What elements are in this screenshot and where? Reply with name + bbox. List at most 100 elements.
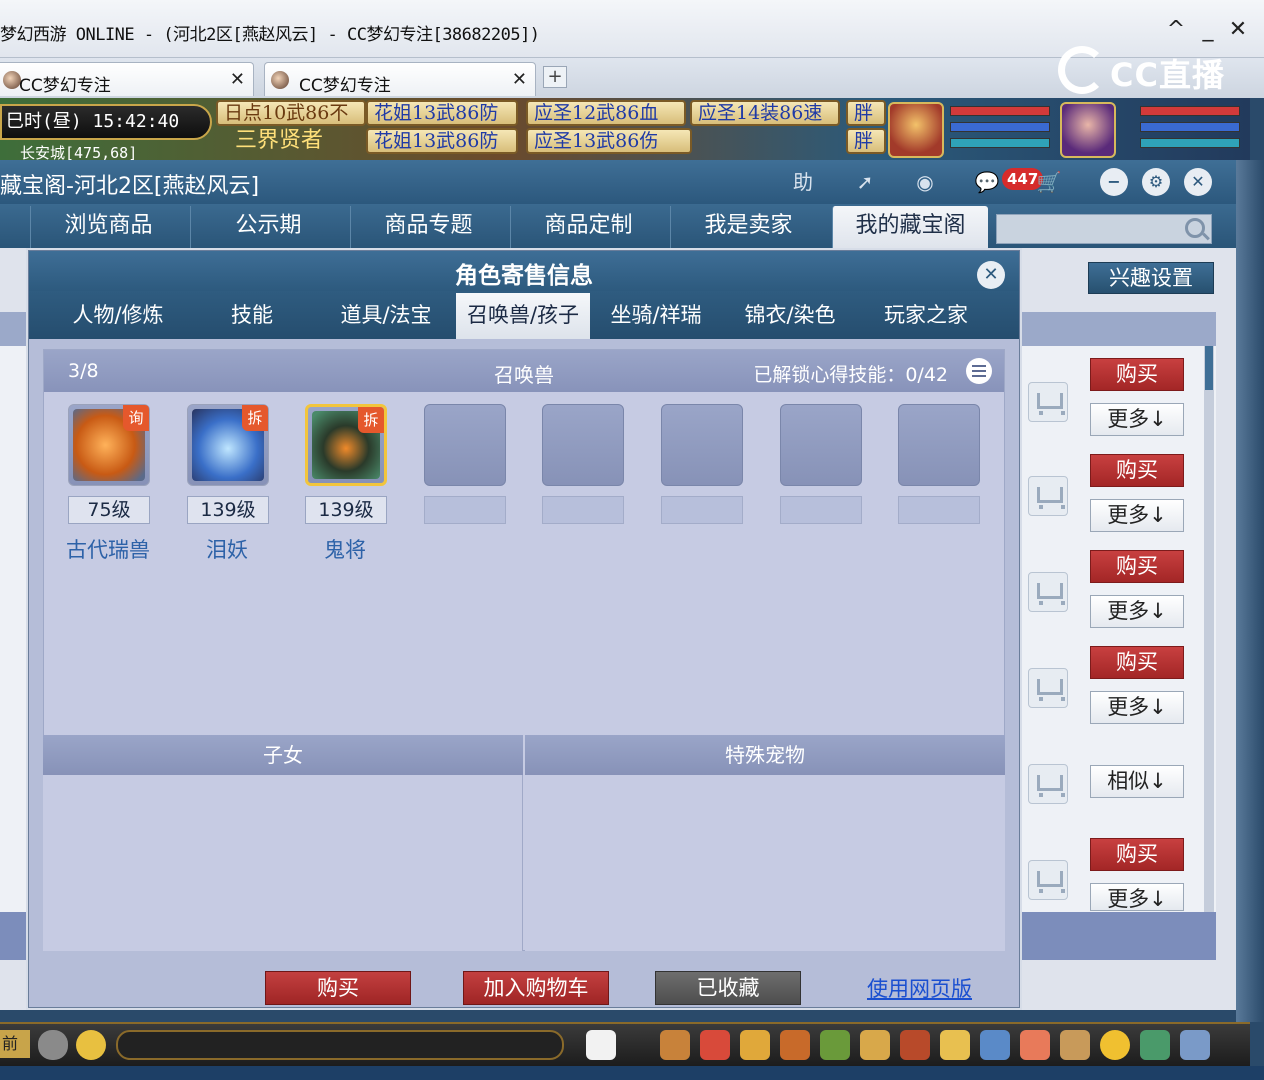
team-icon[interactable] xyxy=(820,1030,850,1060)
give-icon[interactable] xyxy=(740,1030,770,1060)
list-more-button[interactable]: 更多↓ xyxy=(1090,499,1184,532)
nav-tab-public[interactable]: 公示期 xyxy=(190,206,346,248)
item-bag-icon[interactable] xyxy=(700,1030,730,1060)
stall-banner[interactable]: 应圣13武86伤 xyxy=(526,128,692,154)
chat-input[interactable] xyxy=(116,1030,564,1060)
minimize-icon[interactable]: − xyxy=(1100,168,1128,196)
add-cart-icon[interactable] xyxy=(1028,572,1068,612)
browser-tab-2[interactable]: CC梦幻专注 ✕ xyxy=(264,62,536,96)
task-icon[interactable] xyxy=(900,1030,930,1060)
close-tab-icon[interactable]: ✕ xyxy=(512,69,527,90)
peach-icon[interactable] xyxy=(1020,1030,1050,1060)
pet-name[interactable]: 泪妖 xyxy=(177,534,277,564)
add-cart-icon[interactable] xyxy=(1028,860,1068,900)
stall-banner[interactable]: 胖 xyxy=(846,128,886,154)
list-buy-button[interactable]: 购买 xyxy=(1090,454,1184,487)
message-icon[interactable]: 💬 xyxy=(970,168,1004,196)
tab-items[interactable]: 道具/法宝 xyxy=(319,293,453,339)
record-icon[interactable]: ◉ xyxy=(908,168,942,196)
caret-up-icon[interactable]: ^ xyxy=(1164,18,1188,42)
system-icon[interactable] xyxy=(1140,1030,1170,1060)
close-icon[interactable]: ✕ xyxy=(1184,168,1212,196)
list-buy-button[interactable]: 购买 xyxy=(1090,646,1184,679)
tab-mounts[interactable]: 坐骑/祥瑞 xyxy=(589,293,723,339)
game-bottom-bar: 前 xyxy=(0,1022,1250,1066)
stall-banner[interactable]: 应圣14装86速 xyxy=(690,100,840,126)
nav-tab-topics[interactable]: 商品专题 xyxy=(350,206,506,248)
bottom-left-label[interactable]: 前 xyxy=(0,1030,30,1058)
pet-slot[interactable]: 拆 xyxy=(187,404,269,486)
pet-portrait-icon[interactable] xyxy=(1060,102,1116,158)
stall-banner[interactable]: 胖 xyxy=(846,100,886,126)
tab-pets-children[interactable]: 召唤兽/孩子 xyxy=(456,293,590,339)
pet-icon[interactable] xyxy=(860,1030,890,1060)
list-scrollbar[interactable] xyxy=(1204,346,1214,912)
modal-close-icon[interactable]: ✕ xyxy=(977,261,1005,289)
tab-skills[interactable]: 技能 xyxy=(185,293,319,339)
add-cart-icon[interactable] xyxy=(1028,764,1068,804)
list-icon[interactable] xyxy=(966,358,992,384)
share-icon[interactable]: ➚ xyxy=(848,168,882,196)
list-buy-button[interactable]: 购买 xyxy=(1090,838,1184,871)
nav-tab-browse[interactable]: 浏览商品 xyxy=(30,206,186,248)
web-version-link[interactable]: 使用网页版 xyxy=(867,973,972,1003)
favorited-button[interactable]: 已收藏 xyxy=(655,971,801,1005)
player-portrait-icon[interactable] xyxy=(888,102,944,158)
pet-slot-selected[interactable]: 拆 xyxy=(305,404,387,486)
friends-icon[interactable] xyxy=(980,1030,1010,1060)
help-button[interactable]: 助 xyxy=(786,168,820,196)
pet-name[interactable]: 古代瑞兽 xyxy=(58,534,158,564)
stall-banner[interactable]: 花姐13武86防 xyxy=(366,128,518,154)
list-more-button[interactable]: 更多↓ xyxy=(1090,883,1184,911)
empty-pet-slot xyxy=(542,404,624,486)
empty-level-box xyxy=(780,496,862,524)
nav-tab-custom[interactable]: 商品定制 xyxy=(510,206,666,248)
tab-outfits[interactable]: 锦衣/染色 xyxy=(723,293,857,339)
smiley-icon[interactable] xyxy=(1100,1030,1130,1060)
cart-icon[interactable]: 🛒 xyxy=(1032,168,1066,196)
stall-banner[interactable]: 日点10武86不 xyxy=(216,100,366,126)
list-more-button[interactable]: 更多↓ xyxy=(1090,595,1184,628)
interest-settings-button[interactable]: 兴趣设置 xyxy=(1088,262,1214,294)
pet-name[interactable]: 鬼将 xyxy=(295,534,395,564)
new-tab-button[interactable]: + xyxy=(543,66,567,88)
tab-character[interactable]: 人物/修炼 xyxy=(51,293,185,339)
stall-banner[interactable]: 花姐13武86防 xyxy=(366,100,518,126)
buy-button[interactable]: 购买 xyxy=(265,971,411,1005)
list-buy-button[interactable]: 购买 xyxy=(1090,358,1184,391)
mp-bar xyxy=(950,122,1050,132)
close-window-button[interactable]: ✕ xyxy=(1226,18,1250,42)
empty-level-box xyxy=(898,496,980,524)
handshake-icon[interactable] xyxy=(1060,1030,1090,1060)
scrollbar-thumb[interactable] xyxy=(1205,346,1213,390)
close-tab-icon[interactable]: ✕ xyxy=(230,69,245,90)
add-cart-icon[interactable] xyxy=(1028,476,1068,516)
list-similar-button[interactable]: 相似↓ xyxy=(1090,765,1184,798)
browser-tab-1[interactable]: CC梦幻专注 ✕ xyxy=(0,62,254,96)
guild-icon[interactable] xyxy=(940,1030,970,1060)
attack-icon[interactable] xyxy=(660,1030,690,1060)
add-to-cart-button[interactable]: 加入购物车 xyxy=(463,971,609,1005)
minimize-button[interactable]: _ xyxy=(1196,18,1220,42)
search-input[interactable] xyxy=(996,214,1212,244)
list-buy-button[interactable]: 购买 xyxy=(1090,550,1184,583)
screen-icon[interactable] xyxy=(1180,1030,1210,1060)
nav-tab-my-cbg[interactable]: 我的藏宝阁 xyxy=(832,206,988,248)
tab-player-home[interactable]: 玩家之家 xyxy=(859,293,993,339)
add-cart-icon[interactable] xyxy=(1028,668,1068,708)
trade-icon[interactable] xyxy=(780,1030,810,1060)
pet-slot[interactable]: 询 xyxy=(68,404,150,486)
pet-face-icon[interactable] xyxy=(586,1030,616,1060)
chat-bubble-icon[interactable] xyxy=(76,1030,106,1060)
empty-level-box xyxy=(542,496,624,524)
microphone-icon[interactable] xyxy=(38,1030,68,1060)
empty-level-box xyxy=(424,496,506,524)
search-icon[interactable] xyxy=(1185,218,1205,238)
add-cart-icon[interactable] xyxy=(1028,382,1068,422)
list-more-button[interactable]: 更多↓ xyxy=(1090,691,1184,724)
settings-icon[interactable]: ⚙ xyxy=(1142,168,1170,196)
nav-tab-seller[interactable]: 我是卖家 xyxy=(670,206,826,248)
list-more-button[interactable]: 更多↓ xyxy=(1090,403,1184,436)
stall-banner[interactable]: 应圣12武86血 xyxy=(526,100,686,126)
cc-live-logo: CC直播 xyxy=(1058,40,1228,96)
